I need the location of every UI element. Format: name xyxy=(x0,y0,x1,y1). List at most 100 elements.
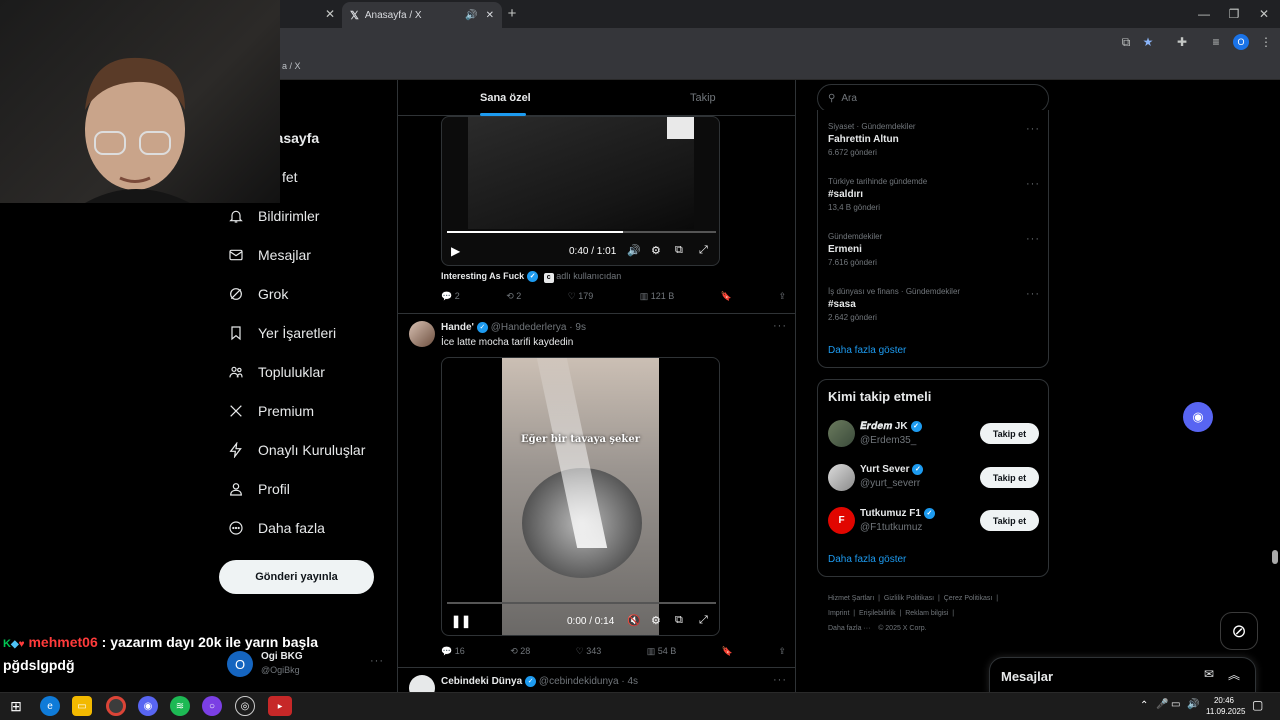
page-scrollbar[interactable] xyxy=(1272,550,1278,564)
app-icon[interactable]: ○ xyxy=(202,696,222,716)
profile-avatar[interactable]: O xyxy=(1233,34,1249,50)
expand-up-icon[interactable]: ︽ xyxy=(1228,666,1240,683)
footer-link[interactable]: Imprint xyxy=(828,610,849,617)
views-button[interactable]: ▥ 121 B xyxy=(640,291,675,302)
repost-button[interactable]: ⟲ 2 xyxy=(506,291,521,302)
footer-link[interactable]: Daha fazla ··· xyxy=(828,625,870,632)
chrome-icon[interactable] xyxy=(106,696,126,716)
picture-in-picture-icon[interactable]: ⧉ xyxy=(675,244,683,257)
play-icon[interactable]: ▶ xyxy=(451,244,460,258)
muted-volume-icon[interactable]: 🔇 xyxy=(627,614,641,627)
tab-for-you[interactable]: Sana özel xyxy=(480,92,531,104)
sidebar-item-grok[interactable]: Grok xyxy=(228,281,288,307)
post-time[interactable]: 4s xyxy=(627,676,638,687)
post-menu-icon[interactable]: ··· xyxy=(773,674,787,686)
trend-item[interactable]: Siyaset · Gündemdekiler Fahrettin Altun … xyxy=(828,122,916,157)
post-video-player[interactable]: ▶ 0:40 / 1:01 🔊 ⚙ ⧉ ⤢ xyxy=(441,116,720,266)
menu-kebab-icon[interactable]: ⋮ xyxy=(1256,32,1276,52)
bookmark-icon[interactable]: 🔖 xyxy=(722,646,733,657)
pause-icon[interactable]: ❚❚ xyxy=(451,614,471,628)
like-button[interactable]: ♡ 179 xyxy=(568,291,594,302)
post-time[interactable]: 9s xyxy=(575,322,586,333)
extensions-icon[interactable]: ✚ xyxy=(1172,32,1192,52)
author-handle[interactable]: @cebindekidunya xyxy=(539,676,619,687)
follow-button[interactable]: Takip et xyxy=(980,467,1039,488)
messages-drawer[interactable]: Mesajlar ✉ ︽ xyxy=(989,657,1256,694)
avatar[interactable]: F xyxy=(828,507,855,534)
trend-menu-icon[interactable]: ··· xyxy=(1026,123,1040,135)
follow-user-name[interactable]: Tutkumuz F1 ✓ xyxy=(860,508,935,519)
tray-chevron-icon[interactable]: ⌃ xyxy=(1140,700,1148,711)
sidebar-item-communities[interactable]: Topluluklar xyxy=(228,359,325,385)
minimize-icon[interactable]: — xyxy=(1194,4,1214,24)
settings-gear-icon[interactable]: ⚙ xyxy=(651,614,661,627)
post-menu-icon[interactable]: ··· xyxy=(773,320,787,332)
new-tab-icon[interactable]: + xyxy=(502,4,522,24)
trend-item[interactable]: Türkiye tarihinde gündemde #saldırı 13,4… xyxy=(828,177,927,212)
restore-icon[interactable]: ❐ xyxy=(1224,4,1244,24)
spotify-icon[interactable]: ≋ xyxy=(170,696,190,716)
media-control-icon[interactable]: ≡ xyxy=(1206,32,1226,52)
sidebar-item-premium[interactable]: Premium xyxy=(228,398,314,424)
network-icon[interactable]: ▭ xyxy=(1171,699,1180,710)
views-button[interactable]: ▥ 54 B xyxy=(647,646,677,657)
file-explorer-icon[interactable]: ▭ xyxy=(72,696,92,716)
search-input[interactable]: ⚲ Ara xyxy=(817,84,1049,113)
picture-in-picture-icon[interactable]: ⧉ xyxy=(675,614,683,627)
edge-icon[interactable]: e xyxy=(40,696,60,716)
trend-item[interactable]: Gündemdekiler Ermeni 7.616 gönderi xyxy=(828,232,882,267)
settings-gear-icon[interactable]: ⚙ xyxy=(651,244,661,257)
reply-button[interactable]: 💬 16 xyxy=(441,646,465,657)
video-progress-bar[interactable] xyxy=(447,231,716,233)
cast-icon[interactable]: ⧉ xyxy=(1116,32,1136,52)
footer-link[interactable]: Hizmet Şartları xyxy=(828,595,874,602)
sidebar-item-profile[interactable]: Profil xyxy=(228,476,290,502)
sidebar-item-bookmarks[interactable]: Yer İşaretleri xyxy=(228,320,336,346)
trends-show-more-link[interactable]: Daha fazla göster xyxy=(828,345,906,356)
sidebar-item-notifications[interactable]: Bildirimler xyxy=(228,203,319,229)
trend-menu-icon[interactable]: ··· xyxy=(1026,178,1040,190)
author-name[interactable]: Cebindeki Dünya xyxy=(441,676,522,687)
post-button[interactable]: Gönderi yayınla xyxy=(219,560,374,594)
sidebar-item-verified-orgs[interactable]: Onaylı Kuruluşlar xyxy=(228,437,365,463)
footer-link[interactable]: Erişilebilirlik xyxy=(859,610,896,617)
fullscreen-icon[interactable]: ⤢ xyxy=(699,244,708,257)
sidebar-item-more[interactable]: Daha fazla xyxy=(228,515,325,541)
microphone-icon[interactable]: 🎤 xyxy=(1156,699,1168,710)
post-video-player[interactable]: Eğer bir tavaya şeker ❚❚ 0:00 / 0:14 🔇 ⚙… xyxy=(441,357,720,636)
windows-start-icon[interactable]: ⊞ xyxy=(6,696,26,716)
follow-button[interactable]: Takip et xyxy=(980,423,1039,444)
avatar[interactable] xyxy=(409,321,435,347)
trend-item[interactable]: İş dünyası ve finans · Gündemdekiler #sa… xyxy=(828,287,960,322)
video-progress-bar[interactable] xyxy=(447,602,716,604)
volume-icon[interactable]: 🔊 xyxy=(627,244,641,257)
follow-user-name[interactable]: Yurt Sever ✓ xyxy=(860,464,924,475)
share-icon[interactable]: ⇪ xyxy=(778,291,786,302)
video-app-icon[interactable]: ▶ xyxy=(268,696,292,716)
notification-center-icon[interactable]: ▢ xyxy=(1252,698,1263,712)
obs-icon[interactable]: ◎ xyxy=(235,696,255,716)
browser-tab-active[interactable]: 𝕏 Anasayfa / X 🔊 ✕ xyxy=(342,2,502,28)
discord-icon[interactable]: ◉ xyxy=(138,696,158,716)
close-tab-icon[interactable]: ✕ xyxy=(486,10,494,21)
close-tab-icon[interactable]: ✕ xyxy=(320,4,340,24)
footer-link[interactable]: Gizlilik Politikası xyxy=(884,595,934,602)
star-bookmark-icon[interactable]: ★ xyxy=(1138,32,1158,52)
taskbar-clock[interactable]: 20:46 11.09.2025 xyxy=(1206,695,1245,717)
footer-link[interactable]: Reklam bilgisi xyxy=(905,610,948,617)
bookmark-icon[interactable]: 🔖 xyxy=(721,291,732,302)
reply-button[interactable]: 💬 2 xyxy=(441,291,460,302)
avatar[interactable] xyxy=(409,675,435,692)
trend-menu-icon[interactable]: ··· xyxy=(1026,288,1040,300)
follow-user-name[interactable]: 𝑬𝒓𝒅𝒆𝒎 JK ✓ xyxy=(860,421,922,432)
video-source[interactable]: Interesting As Fuck ✓ c adlı kullanıcıdan xyxy=(441,271,621,283)
avatar[interactable] xyxy=(828,464,855,491)
grok-fab-icon[interactable]: ⊘ xyxy=(1220,612,1258,650)
like-button[interactable]: ♡ 343 xyxy=(576,646,602,657)
discord-icon[interactable]: ◉ xyxy=(1183,402,1213,432)
trend-menu-icon[interactable]: ··· xyxy=(1026,233,1040,245)
footer-link[interactable]: Çerez Politikası xyxy=(944,595,993,602)
new-message-icon[interactable]: ✉ xyxy=(1204,667,1214,681)
follow-show-more-link[interactable]: Daha fazla göster xyxy=(828,554,906,565)
speaker-icon[interactable]: 🔊 xyxy=(1187,699,1199,710)
